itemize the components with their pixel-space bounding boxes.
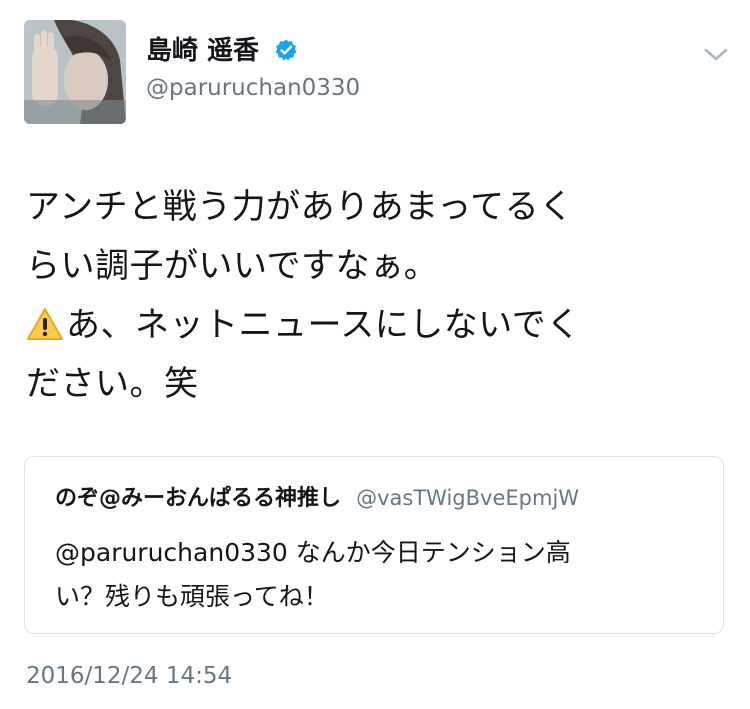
profile-photo bbox=[24, 20, 126, 124]
quoted-tweet-text-line: い？残りも頑張ってね！ bbox=[55, 582, 329, 611]
tweet-timestamp[interactable]: 2016/12/24 14:54 bbox=[26, 662, 232, 690]
quoted-author-screen-name: @vasTWigBveEpmjW bbox=[356, 486, 580, 510]
quoted-tweet-text-line: @paruruchan0330 なんか今日テンション高 bbox=[55, 538, 571, 567]
tweet-text-line: アンチと戦う力がありあまってるく bbox=[26, 187, 574, 227]
tweet-menu-button[interactable] bbox=[702, 44, 730, 66]
tweet-text-line-content: あ、ネットニュースにしないでく bbox=[66, 305, 581, 345]
warning-sign-icon bbox=[26, 301, 64, 340]
tweet-text-line: ださい。笑 bbox=[26, 364, 199, 404]
quoted-tweet-text: @paruruchan0330 なんか今日テンション高 い？残りも頑張ってね！ bbox=[55, 531, 695, 619]
quoted-tweet-card[interactable]: のぞ@みーおんぱるる神推し @vasTWigBveEpmjW @paruruch… bbox=[24, 456, 724, 634]
tweet-text: アンチと戦う力がありあまってるく らい調子がいいですなぁ。 あ、ネットニュースに… bbox=[26, 178, 706, 414]
avatar[interactable] bbox=[24, 20, 126, 124]
tweet-text-line: あ、ネットニュースにしないでく bbox=[26, 296, 706, 355]
verified-badge-icon bbox=[274, 38, 298, 62]
quoted-tweet-header: のぞ@みーおんぱるる神推し @vasTWigBveEpmjW bbox=[55, 483, 579, 515]
author-display-name[interactable]: 島崎 遥香 bbox=[146, 36, 298, 66]
tweet-text-line: らい調子がいいですなぁ。 bbox=[26, 246, 439, 286]
author-screen-name[interactable]: @paruruchan0330 bbox=[146, 74, 360, 102]
author-name-text: 島崎 遥香 bbox=[146, 36, 260, 66]
chevron-down-icon bbox=[704, 48, 728, 61]
quoted-author-name: のぞ@みーおんぱるる神推し bbox=[55, 486, 342, 511]
